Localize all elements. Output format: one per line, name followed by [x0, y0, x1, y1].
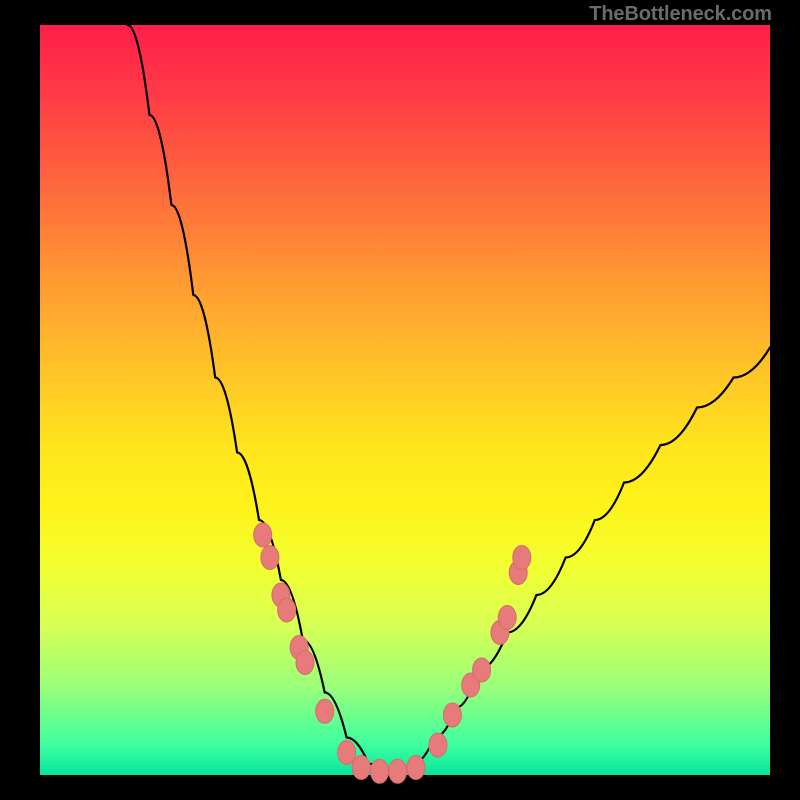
data-marker [498, 606, 516, 630]
data-marker [407, 756, 425, 780]
data-marker [316, 699, 334, 723]
data-marker [443, 703, 461, 727]
data-marker [389, 759, 407, 783]
data-markers [254, 523, 531, 783]
attribution-text: TheBottleneck.com [589, 3, 772, 26]
data-marker [429, 733, 447, 757]
data-marker [473, 658, 491, 682]
data-marker [261, 546, 279, 570]
data-marker [296, 651, 314, 675]
data-marker [371, 759, 389, 783]
data-marker [338, 741, 356, 765]
bottleneck-curve [128, 25, 770, 771]
data-marker [352, 756, 370, 780]
chart-frame: TheBottleneck.com [0, 0, 800, 800]
chart-overlay [40, 25, 770, 775]
data-marker [278, 598, 296, 622]
data-marker [254, 523, 272, 547]
data-marker [513, 546, 531, 570]
